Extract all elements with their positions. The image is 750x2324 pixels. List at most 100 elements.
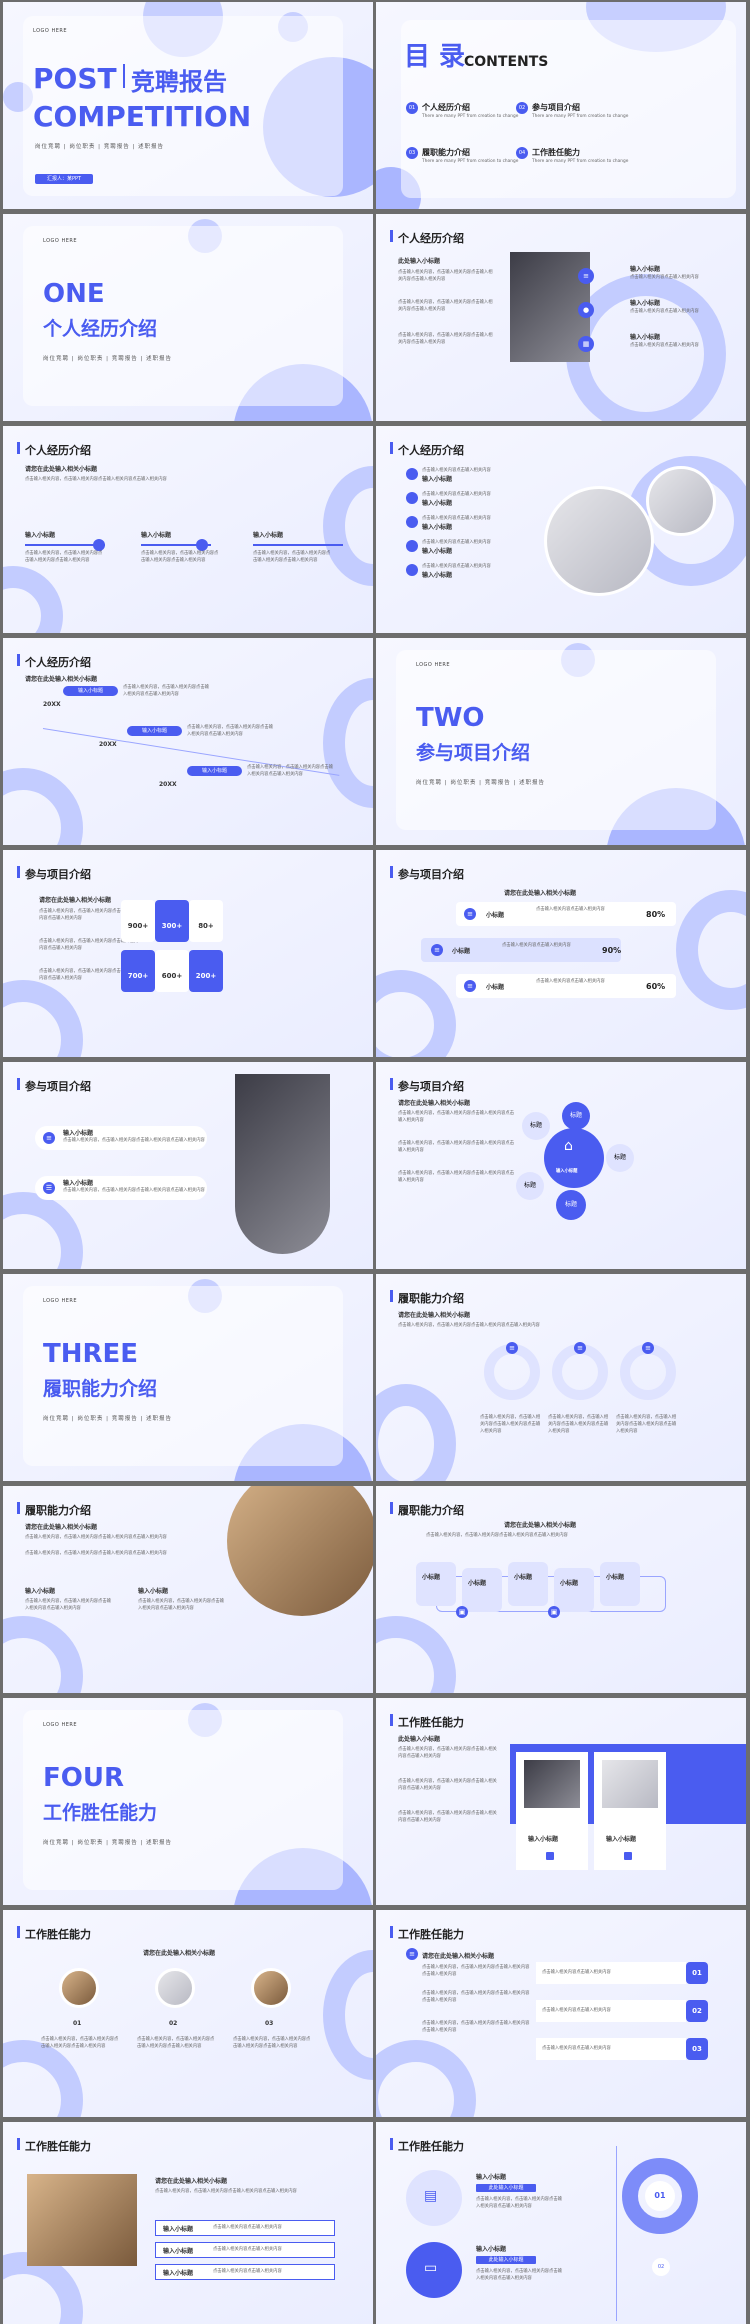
title-bar	[390, 1926, 393, 1938]
subtitle: 请您在此处输入相关小标题	[25, 676, 98, 683]
title-bar	[17, 442, 20, 454]
item-title: 输入小标题	[422, 572, 453, 579]
body-text: 点击输入相关内容，点击输入相关内容点击输入相关内容点击输入相关内容	[398, 1747, 497, 1759]
timeline-btn-3[interactable]: 输入小标题	[187, 766, 242, 776]
item-tag: 此处输入小标题	[476, 2184, 536, 2192]
photo-text: 点击输入相关内容，点击输入相关内容点击输入相关内容点击输入相关内容	[137, 2037, 215, 2049]
doc-icon: ≡	[431, 944, 443, 956]
slide-section-two[interactable]: LOGO HERE TWO 参与项目介绍 岗位竞聘 | 岗位职责 | 竞聘报告 …	[376, 638, 746, 845]
round-photo-1	[59, 1968, 99, 2008]
slide-section-one[interactable]: LOGO HERE ONE 个人经历介绍 岗位竞聘 | 岗位职责 | 竞聘报告 …	[3, 214, 373, 421]
title-bar	[17, 866, 20, 878]
row-text: 点击输入相关内容点击输入相关内容	[536, 907, 605, 912]
num-1	[406, 468, 418, 480]
title-bar	[390, 1078, 393, 1090]
row-title: 小标题	[452, 948, 471, 955]
stat-6: 200+	[189, 950, 223, 992]
input-text: 点击输入相关内容点击输入相关内容	[213, 2225, 282, 2230]
item-text: 点击输入相关内容点击输入相关内容	[422, 492, 491, 497]
year-3: 20XX	[159, 781, 177, 788]
item-text: 点击输入相关内容点击输入相关内容	[422, 516, 491, 521]
item-text: 点击输入相关内容，点击输入相关内容点击输入相关内容点击输入相关内容	[25, 1599, 111, 1611]
subtitle: 请您在此处输入相关小标题	[143, 1950, 216, 1957]
doc-icon: ≡	[464, 908, 476, 920]
contents-item-3[interactable]: 履职能力介绍	[422, 147, 470, 158]
slide-section-four[interactable]: LOGO HERE FOUR 工作胜任能力 岗位竞聘 | 岗位职责 | 竞聘报告…	[3, 1698, 373, 1905]
slide-s3-photo[interactable]: 履职能力介绍 请您在此处输入相关小标题 点击输入相关内容，点击输入相关内容点击输…	[3, 1486, 373, 1693]
input-label: 输入小标题	[163, 2248, 194, 2255]
flow-title: 小标题	[422, 1574, 441, 1581]
slide-s2-laptop[interactable]: 参与项目介绍 ≡ 输入小标题 点击输入相关内容，点击输入相关内容点击输入相关内容…	[3, 1062, 373, 1269]
title-bar	[17, 654, 20, 666]
body-text: 点击输入相关内容，点击输入相关内容点击输入相关内容点击输入相关内容	[422, 2021, 530, 2033]
cover-title-cn: 竞聘报告	[131, 68, 227, 96]
doc-icon: ≡	[464, 980, 476, 992]
year-2: 20XX	[99, 741, 117, 748]
card-photo	[524, 1760, 580, 1808]
slide-s1-c[interactable]: 个人经历介绍 点击输入相关内容点击输入相关内容 输入小标题 点击输入相关内容点击…	[376, 426, 746, 633]
slide-s4-circle[interactable]: 工作胜任能力 ▤ ▭ 输入小标题 此处输入小标题 点击输入相关内容，点击输入相关…	[376, 2122, 746, 2324]
title-bar	[390, 1502, 393, 1514]
logo: LOGO HERE	[43, 238, 77, 244]
slide-title: 履职能力介绍	[25, 1504, 91, 1517]
contents-num-1: 01	[406, 102, 418, 114]
slide-s4-photos[interactable]: 工作胜任能力 请您在此处输入相关小标题 01 02 03 点击输入相关内容，点击…	[3, 1910, 373, 2117]
pill-text: 点击输入相关内容，点击输入相关内容点击输入相关内容点击输入相关内容	[63, 1188, 205, 1193]
slide-contents[interactable]: 目 录 CONTENTS 01 个人经历介绍 There are many PP…	[376, 2, 746, 209]
col-text: 点击输入相关内容，点击输入相关内容点击输入相关内容点击输入相关内容	[25, 551, 103, 563]
slide-s1-a[interactable]: 个人经历介绍 此处输入小标题 点击输入相关内容，点击输入相关内容点击输入相关内容…	[376, 214, 746, 421]
contents-item-4[interactable]: 工作胜任能力	[532, 147, 580, 158]
slide-title: 工作胜任能力	[398, 2140, 464, 2153]
stat-3: 80+	[189, 900, 223, 942]
body-text: 点击输入相关内容，点击输入相关内容点击输入相关内容点击输入相关内容	[398, 333, 493, 345]
slide-s4-cards[interactable]: 工作胜任能力 此处输入小标题 点击输入相关内容，点击输入相关内容点击输入相关内容…	[376, 1698, 746, 1905]
item-text: 点击输入相关内容点击输入相关内容	[422, 468, 491, 473]
slide-s1-timeline[interactable]: 个人经历介绍 请您在此处输入相关小标题 输入小标题 20XX 点击输入相关内容，…	[3, 638, 373, 845]
item-text: 点击输入相关内容，点击输入相关内容点击输入相关内容点击输入相关内容	[476, 2269, 562, 2281]
grid-icon: ▦	[578, 336, 594, 352]
slide-s3-flow[interactable]: 履职能力介绍 请您在此处输入相关小标题 点击输入相关内容，点击输入相关内容点击输…	[376, 1486, 746, 1693]
round-photo-2	[155, 1968, 195, 2008]
flow-box	[416, 1562, 456, 1606]
body-text: 点击输入相关内容，点击输入相关内容点击输入相关内容点击输入相关内容	[25, 1551, 167, 1556]
contents-item-1[interactable]: 个人经历介绍	[422, 102, 470, 113]
subtitle: 请您在此处输入相关小标题	[504, 890, 577, 897]
col-text: 点击输入相关内容，点击输入相关内容点击输入相关内容点击输入相关内容	[141, 551, 219, 563]
item-text: 点击输入相关内容点击输入相关内容	[422, 564, 491, 569]
row-title: 小标题	[486, 984, 505, 991]
slide-s2-stats[interactable]: 参与项目介绍 请您在此处输入相关小标题 点击输入相关内容，点击输入相关内容点击输…	[3, 850, 373, 1057]
section-num: ONE	[43, 279, 105, 309]
pill-title: 输入小标题	[63, 1130, 94, 1137]
percent-1: 80%	[646, 910, 666, 919]
divider	[123, 64, 125, 88]
photo-text: 点击输入相关内容，点击输入相关内容点击输入相关内容点击输入相关内容	[41, 2037, 119, 2049]
item-title: 输入小标题	[630, 334, 661, 341]
col-title-3: 输入小标题	[253, 532, 284, 539]
body-text: 点击输入相关内容，点击输入相关内容点击输入相关内容点击输入相关内容	[155, 2189, 297, 2194]
slide-s2-percents[interactable]: 参与项目介绍 请您在此处输入相关小标题 ≡ 小标题 点击输入相关内容点击输入相关…	[376, 850, 746, 1057]
doc-icon: ≡	[43, 1132, 55, 1144]
slide-grid: LOGO HERE POST 竞聘报告 COMPETITION 岗位竞聘 | 岗…	[0, 0, 750, 2324]
item-title: 输入小标题	[25, 1588, 56, 1595]
contents-item-2[interactable]: 参与项目介绍	[532, 102, 580, 113]
slide-s1-b[interactable]: 个人经历介绍 请您在此处输入相关小标题 点击输入相关内容，点击输入相关内容点击输…	[3, 426, 373, 633]
cover-badge: 汇报人：某PPT	[35, 174, 93, 184]
row-num-3: 03	[686, 2038, 708, 2060]
slide-s4-typing[interactable]: 工作胜任能力 请您在此处输入相关小标题 点击输入相关内容，点击输入相关内容点击输…	[3, 2122, 373, 2324]
contents-desc-1: There are many PPT from creation to chan…	[422, 114, 519, 119]
timeline-btn-1[interactable]: 输入小标题	[63, 686, 118, 696]
slide-section-three[interactable]: LOGO HERE THREE 履职能力介绍 岗位竞聘 | 岗位职责 | 竞聘报…	[3, 1274, 373, 1481]
slide-s3-circles[interactable]: 履职能力介绍 请您在此处输入相关小标题 点击输入相关内容，点击输入相关内容点击输…	[376, 1274, 746, 1481]
photo-keyboard	[544, 486, 654, 596]
slide-cover[interactable]: LOGO HERE POST 竞聘报告 COMPETITION 岗位竞聘 | 岗…	[3, 2, 373, 209]
slide-s4-rows[interactable]: 工作胜任能力 ≡ 请您在此处输入相关小标题 点击输入相关内容，点击输入相关内容点…	[376, 1910, 746, 2117]
slide-s2-diagram[interactable]: 参与项目介绍 请您在此处输入相关小标题 点击输入相关内容，点击输入相关内容点击输…	[376, 1062, 746, 1269]
flow-title: 小标题	[514, 1574, 533, 1581]
item-title: 输入小标题	[630, 300, 661, 307]
num-3	[406, 516, 418, 528]
item-title: 输入小标题	[138, 1588, 169, 1595]
timeline-btn-2[interactable]: 输入小标题	[127, 726, 182, 736]
slide-title: 个人经历介绍	[398, 232, 464, 245]
section-num: FOUR	[43, 1763, 124, 1793]
row-num-1: 01	[686, 1962, 708, 1984]
